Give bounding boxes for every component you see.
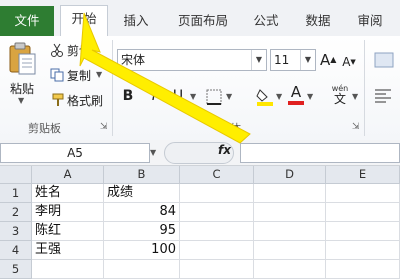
annotation-arrow (79, 12, 251, 144)
